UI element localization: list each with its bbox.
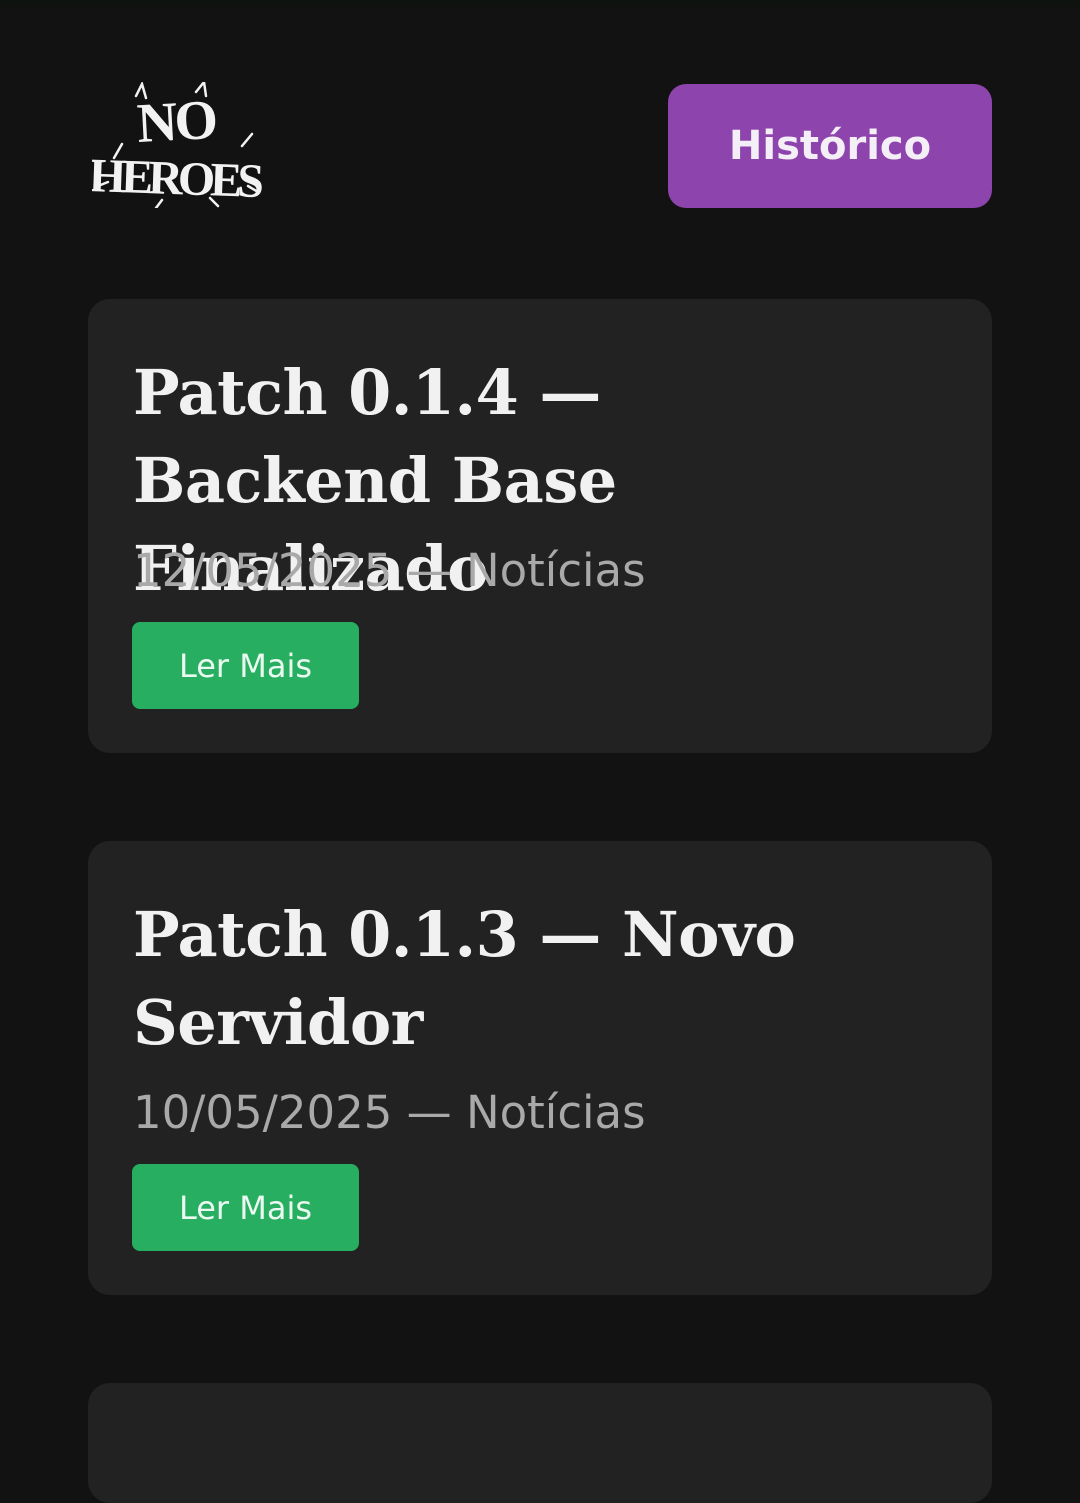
history-button[interactable]: Histórico xyxy=(668,84,992,208)
post-card-partial xyxy=(88,1383,992,1503)
logo-graphic: NO HEROES xyxy=(92,82,262,208)
svg-text:NO: NO xyxy=(135,89,217,155)
svg-text:HEROES: HEROES xyxy=(92,149,262,208)
post-meta: 10/05/2025 — Notícias xyxy=(133,1086,646,1139)
no-heroes-logo[interactable]: NO HEROES xyxy=(92,82,262,208)
read-more-button[interactable]: Ler Mais xyxy=(132,622,359,709)
read-more-button[interactable]: Ler Mais xyxy=(132,1164,359,1251)
post-meta: 12/05/2025 — Notícias xyxy=(133,544,646,597)
post-title: Patch 0.1.3 — Novo Servidor xyxy=(133,898,796,1059)
post-card: Patch 0.1.3 — Novo Servidor 10/05/2025 —… xyxy=(88,841,992,1295)
post-card: Patch 0.1.4 — Backend Base Finalizado 12… xyxy=(88,299,992,753)
site-header: NO HEROES Histórico xyxy=(0,0,1080,260)
